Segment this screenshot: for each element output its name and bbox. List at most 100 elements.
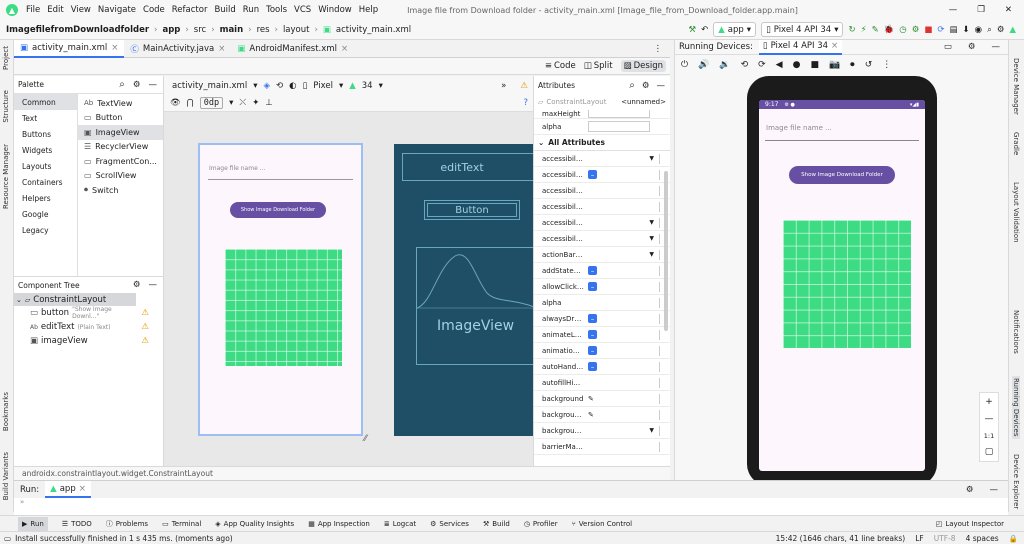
device-manager-icon[interactable]: ▤ <box>949 25 957 35</box>
status-message[interactable]: Install successfully finished in 1 s 435… <box>15 534 233 543</box>
attribute-value[interactable] <box>584 185 670 196</box>
attribute-value[interactable] <box>584 441 670 452</box>
palette-item-imageview[interactable]: ▣ ImageView <box>78 125 163 140</box>
breadcrumb-project[interactable]: ImagefilefromDownloadfolder <box>6 25 149 35</box>
snapshot-icon[interactable]: ↺ <box>865 60 873 70</box>
more-options-icon[interactable]: ⋮ <box>882 60 891 70</box>
account-icon[interactable]: ◉ <box>975 25 982 35</box>
stop-icon[interactable]: ■ <box>924 25 932 35</box>
tab-run-app[interactable]: ▲ app × <box>45 481 91 498</box>
menu-tools[interactable]: Tools <box>266 5 287 15</box>
all-attributes-section[interactable]: ⌄ All Attributes <box>534 135 670 151</box>
palette-category-layouts[interactable]: Layouts <box>14 158 77 174</box>
zoom-fit-icon[interactable]: ▢ <box>985 447 994 457</box>
tool-structure[interactable]: Structure <box>2 90 10 123</box>
attribute-value[interactable]: ✎ <box>584 393 670 404</box>
restore-icon[interactable]: ❐ <box>977 5 985 15</box>
tool-window-terminal[interactable]: ▭ Terminal <box>162 520 201 528</box>
device-show-image-button[interactable]: Show Image Download Folder <box>789 166 895 184</box>
tool-device-explorer[interactable]: Device Explorer <box>1012 454 1020 509</box>
tab-androidmanifest-xml[interactable]: ▣ AndroidManifest.xml × <box>231 40 354 58</box>
menu-run[interactable]: Run <box>243 5 259 15</box>
palette-item-textview[interactable]: Ab TextView <box>78 96 163 111</box>
palette-item-recyclerview[interactable]: ☰ RecyclerView <box>78 140 163 155</box>
blueprint-screen[interactable]: editText Button ImageView <box>394 144 534 436</box>
attributes-id-field[interactable]: <unnamed> <box>621 98 666 106</box>
blueprint-edittext[interactable]: editText <box>402 153 534 181</box>
resize-handle-icon[interactable]: ⁄⁄ <box>364 434 367 444</box>
attribute-value[interactable]: – <box>584 361 670 372</box>
chevron-down-icon[interactable]: ▼ <box>649 155 654 162</box>
tool-notifications[interactable]: Notifications <box>1012 310 1020 354</box>
attribute-value[interactable]: ▼ <box>584 219 670 226</box>
help-icon[interactable]: ? <box>523 98 528 108</box>
tree-item-button[interactable]: ▭ button "Show Image Downl..." ⚠ <box>14 306 163 320</box>
close-icon[interactable]: × <box>341 44 348 54</box>
run-config-select[interactable]: ▲ app ▾ <box>713 22 757 37</box>
palette-category-common[interactable]: Common <box>14 94 77 110</box>
tool-window-build[interactable]: ⚒ Build <box>483 520 510 528</box>
code-mode-button[interactable]: ≡ Code <box>545 61 576 71</box>
blueprint-button[interactable]: Button <box>424 200 520 220</box>
close-icon[interactable]: × <box>79 484 86 494</box>
indent-setting[interactable]: 4 spaces <box>966 534 999 543</box>
profile-icon[interactable]: ◷ <box>899 25 906 35</box>
palette-category-buttons[interactable]: Buttons <box>14 126 77 142</box>
checkbox-icon[interactable]: – <box>588 314 597 323</box>
attribute-value-field[interactable] <box>588 110 650 118</box>
menu-build[interactable]: Build <box>214 5 235 15</box>
minimize-icon[interactable]: — <box>949 5 958 15</box>
attribute-value[interactable]: ▼ <box>584 155 670 162</box>
attribute-value[interactable]: – <box>584 313 670 324</box>
gear-icon[interactable]: ⚙ <box>966 485 974 495</box>
preview-button[interactable]: Show Image Download Folder <box>230 202 326 218</box>
palette-item-button[interactable]: ▭ Button <box>78 111 163 126</box>
cursor-position[interactable]: 15:42 (1646 chars, 41 line breaks) <box>776 534 906 543</box>
warning-icon[interactable]: ⚠ <box>141 308 149 318</box>
tool-build-variants[interactable]: Build Variants <box>2 452 10 500</box>
tool-bookmarks[interactable]: Bookmarks <box>2 392 10 431</box>
hide-icon[interactable]: — <box>990 485 999 495</box>
screenshot-icon[interactable]: 📷 <box>829 60 840 70</box>
tool-running-devices[interactable]: Running Devices <box>1012 376 1020 439</box>
warning-icon[interactable]: ⚠ <box>141 322 149 332</box>
menu-navigate[interactable]: Navigate <box>98 5 136 15</box>
breadcrumb-file[interactable]: activity_main.xml <box>336 25 411 35</box>
menu-vcs[interactable]: VCS <box>294 5 311 15</box>
apply-code-changes-icon[interactable]: ✎ <box>872 25 879 35</box>
tool-resource-manager[interactable]: Resource Manager <box>2 144 10 209</box>
palette-item-fragmentcontainer[interactable]: ▭ FragmentCon... <box>78 154 163 169</box>
breadcrumb-layout[interactable]: layout <box>283 25 310 35</box>
attribute-value[interactable]: ▼ <box>584 251 670 258</box>
tool-device-manager[interactable]: Device Manager <box>1012 58 1020 115</box>
breadcrumb-main[interactable]: main <box>220 25 244 35</box>
infer-constraints-icon[interactable]: ✦ <box>252 98 259 108</box>
back-icon[interactable]: ◀ <box>776 60 783 70</box>
close-icon[interactable]: × <box>111 43 118 53</box>
search-icon[interactable]: ⌕ <box>119 79 125 90</box>
overview-icon[interactable]: ■ <box>810 60 819 70</box>
palette-category-helpers[interactable]: Helpers <box>14 190 77 206</box>
checkbox-icon[interactable]: – <box>588 330 597 339</box>
tab-activity-main-xml[interactable]: ▣ activity_main.xml × <box>14 39 125 58</box>
gear-icon[interactable]: ⚙ <box>133 80 141 90</box>
attribute-value[interactable]: ▼ <box>584 427 670 434</box>
tab-running-device[interactable]: ▯ Pixel 4 API 34 × <box>758 39 843 55</box>
chevron-down-icon[interactable]: ▼ <box>649 251 654 258</box>
clear-constraints-icon[interactable]: ⤬ <box>239 98 246 108</box>
screen-record-icon[interactable]: ⏺ <box>850 60 855 70</box>
breadcrumb-res[interactable]: res <box>257 25 270 35</box>
device-screen[interactable]: 9:17 ⚙ ● ▾◢▮ Image file name ... Show Im… <box>759 100 925 471</box>
attribute-value[interactable] <box>584 201 670 212</box>
tool-window-layout-inspector[interactable]: ◰ Layout Inspector <box>936 520 1004 528</box>
palette-item-scrollview[interactable]: ▭ ScrollView <box>78 169 163 184</box>
menu-file[interactable]: File <box>26 5 40 15</box>
attribute-value[interactable]: – <box>584 169 670 180</box>
hide-icon[interactable]: — <box>149 280 158 290</box>
tool-layout-validation[interactable]: Layout Validation <box>1012 182 1020 243</box>
tool-window-logcat[interactable]: ≣ Logcat <box>384 520 416 528</box>
status-window-icon[interactable]: ▭ <box>4 534 11 543</box>
device-edittext-hint[interactable]: Image file name ... <box>766 124 832 132</box>
rotate-right-icon[interactable]: ⟳ <box>758 60 766 70</box>
gear-icon[interactable]: ⚙ <box>968 42 976 52</box>
